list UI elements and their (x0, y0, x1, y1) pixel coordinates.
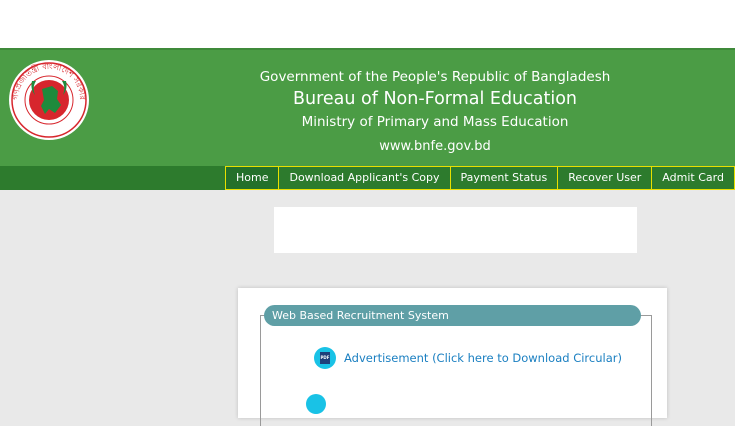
top-blank-area (0, 0, 735, 48)
ministry-title: Ministry of Primary and Mass Education (301, 114, 569, 130)
advertisement-link[interactable]: Advertisement (Click here to Download Ci… (344, 351, 622, 365)
nav-recover-user[interactable]: Recover User (557, 166, 653, 190)
nav-menu: Home Download Applicant's Copy Payment S… (225, 166, 735, 190)
nav-admit-card[interactable]: Admit Card (651, 166, 735, 190)
government-seal-icon: গণপ্রজাতন্ত্রী বাংলাদেশ সরকার (9, 60, 89, 140)
advertisement-link-row[interactable]: PDF Advertisement (Click here to Downloa… (314, 347, 622, 369)
pdf-icon-label: PDF (320, 352, 330, 364)
pdf-icon[interactable]: PDF (314, 347, 336, 369)
secondary-link-icon[interactable] (306, 394, 326, 414)
panel-legend: Web Based Recruitment System (264, 305, 641, 326)
nav-payment-status[interactable]: Payment Status (449, 166, 559, 190)
main-navbar: Home Download Applicant's Copy Payment S… (0, 166, 735, 190)
website-url: www.bnfe.gov.bd (379, 139, 491, 154)
notice-box (274, 207, 637, 253)
government-title: Government of the People's Republic of B… (259, 69, 611, 85)
site-header: গণপ্রজাতন্ত্রী বাংলাদেশ সরকার Government… (0, 48, 735, 166)
nav-home[interactable]: Home (225, 166, 280, 190)
recruitment-panel: Web Based Recruitment System PDF Adverti… (238, 288, 667, 426)
header-text-block: Government of the People's Republic of B… (230, 66, 640, 159)
nav-download-applicant-copy[interactable]: Download Applicant's Copy (278, 166, 451, 190)
bureau-title: Bureau of Non-Formal Education (292, 89, 578, 109)
